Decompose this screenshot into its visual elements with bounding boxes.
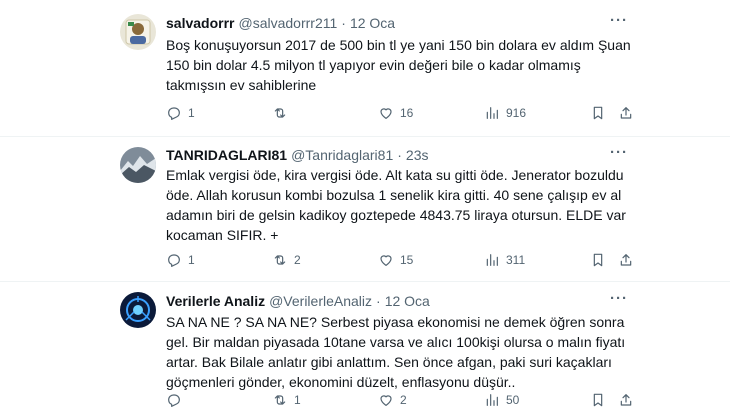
separator-dot: · — [376, 293, 381, 309]
reply-count: 1 — [188, 106, 195, 120]
heart-icon — [380, 108, 392, 119]
tweet-text-line: SA NA NE ? SA NA NE? Serbest piyasa ekon… — [166, 314, 625, 330]
bookmark-button[interactable] — [590, 250, 606, 270]
retweet-icon — [274, 395, 286, 405]
like-button[interactable]: 2 — [378, 390, 407, 410]
tweet-text-line: artar. Bak Bilale anlatır gibi anlattım.… — [166, 354, 612, 370]
tweet-text-line: takmışsın ev sahiblerine — [166, 77, 317, 93]
timestamp[interactable]: 12 Oca — [385, 293, 430, 309]
like-count: 16 — [400, 106, 414, 120]
tweet-header: TANRIDAGLARI81 @Tanridaglari81 · 23s — [166, 146, 630, 164]
bookmark-icon — [593, 253, 603, 267]
views-button[interactable]: 916 — [484, 103, 526, 123]
tweet-actions: 1 2 50 — [166, 390, 634, 410]
view-count: 311 — [506, 253, 526, 267]
reply-button[interactable] — [166, 390, 188, 410]
reply-count: 1 — [188, 253, 195, 267]
tweet-text-line: öde. Allah korusun kombi bozulsa 1 senel… — [166, 187, 622, 203]
bookmark-icon — [593, 393, 603, 407]
retweet-icon — [274, 108, 286, 118]
retweet-count: 1 — [294, 393, 301, 407]
user-handle[interactable]: @VerilerleAnaliz — [269, 293, 372, 309]
views-button[interactable]: 50 — [484, 390, 519, 410]
more-options-icon[interactable]: ··· — [608, 145, 630, 164]
tweet-text-line: adamın biri de gelsin kadikoy goztepede … — [166, 207, 626, 223]
tweet-text-line: gel. Bir maldan piyasada 10tane varsa ve… — [166, 334, 626, 350]
like-count: 2 — [400, 393, 407, 407]
bookmark-button[interactable] — [590, 390, 606, 410]
tweet-header: Verilerle Analiz @VerilerleAnaliz · 12 Oca — [166, 292, 630, 310]
user-handle[interactable]: @salvadorrr211 — [238, 15, 337, 31]
avatar[interactable] — [120, 14, 156, 50]
tweet-actions: 1 2 15 311 — [166, 250, 634, 270]
bookmark-icon — [593, 106, 603, 120]
retweet-button[interactable] — [272, 103, 294, 123]
views-chart-icon — [486, 107, 498, 119]
avatar[interactable] — [120, 292, 156, 328]
tweet-text: SA NA NE ? SA NA NE? Serbest piyasa ekon… — [166, 312, 626, 392]
more-options-icon[interactable]: ··· — [608, 13, 630, 32]
views-chart-icon — [486, 394, 498, 406]
share-icon — [620, 394, 632, 406]
tweet-header: salvadorrr @salvadorrr211 · 12 Oca — [166, 14, 630, 32]
views-chart-icon — [486, 254, 498, 266]
user-handle[interactable]: @Tanridaglari81 — [291, 147, 393, 163]
reply-icon — [168, 254, 180, 267]
separator-dot: · — [397, 147, 402, 163]
heart-icon — [380, 395, 392, 406]
timestamp[interactable]: 12 Oca — [350, 15, 395, 31]
reply-button[interactable]: 1 — [166, 103, 195, 123]
avatar-image-icon — [120, 147, 156, 183]
avatar-image-icon — [120, 292, 156, 328]
tweet-text-line: Boş konuşuyorsun 2017 de 500 bin tl ye y… — [166, 37, 631, 53]
tweet-text-line: 150 bin dolar 4.5 milyon tl yapıyor evin… — [166, 57, 581, 73]
tweet[interactable]: TANRIDAGLARI81 @Tanridaglari81 · 23s ··· Em… — [0, 137, 730, 282]
tweet-feed: salvadorrr @salvadorrr211 · 12 Oca ··· Boş … — [0, 0, 730, 420]
share-button[interactable] — [618, 103, 634, 123]
view-count: 50 — [506, 393, 520, 407]
tweet-text: Boş konuşuyorsun 2017 de 500 bin tl ye y… — [166, 35, 631, 95]
share-icon — [620, 254, 632, 266]
tweet-text-line: göçmenleri gönder, ekonomini düzelt, enf… — [166, 374, 516, 390]
more-options-icon[interactable]: ··· — [608, 291, 630, 310]
heart-icon — [380, 255, 392, 266]
tweet-text-line: kocaman SIFIR. + — [166, 227, 279, 243]
tweet[interactable]: Verilerle Analiz @VerilerleAnaliz · 12 Oca … — [0, 282, 730, 420]
tweet-text: Emlak vergisi öde, kira vergisi öde. Alt… — [166, 165, 626, 245]
view-count: 916 — [506, 106, 527, 120]
like-count: 15 — [400, 253, 414, 267]
reply-button[interactable]: 1 — [166, 250, 195, 270]
share-button[interactable] — [618, 250, 634, 270]
avatar[interactable] — [120, 147, 156, 183]
separator-dot: · — [341, 15, 346, 31]
tweet[interactable]: salvadorrr @salvadorrr211 · 12 Oca ··· Boş … — [0, 0, 730, 137]
timestamp[interactable]: 23s — [406, 147, 429, 163]
tweet-text-line: Emlak vergisi öde, kira vergisi öde. Alt… — [166, 167, 624, 183]
like-button[interactable]: 15 — [378, 250, 413, 270]
retweet-icon — [274, 255, 286, 265]
avatar-image-icon — [120, 14, 156, 50]
reply-icon — [168, 394, 180, 407]
retweet-button[interactable]: 1 — [272, 390, 301, 410]
like-button[interactable]: 16 — [378, 103, 413, 123]
bookmark-button[interactable] — [590, 103, 606, 123]
tweet-actions: 1 16 916 — [166, 103, 634, 123]
views-button[interactable]: 311 — [484, 250, 525, 270]
display-name[interactable]: TANRIDAGLARI81 — [166, 147, 287, 163]
retweet-button[interactable]: 2 — [272, 250, 301, 270]
reply-icon — [168, 107, 180, 120]
share-button[interactable] — [618, 390, 634, 410]
retweet-count: 2 — [294, 253, 301, 267]
display-name[interactable]: salvadorrr — [166, 15, 234, 31]
share-icon — [620, 107, 632, 119]
display-name[interactable]: Verilerle Analiz — [166, 293, 265, 309]
